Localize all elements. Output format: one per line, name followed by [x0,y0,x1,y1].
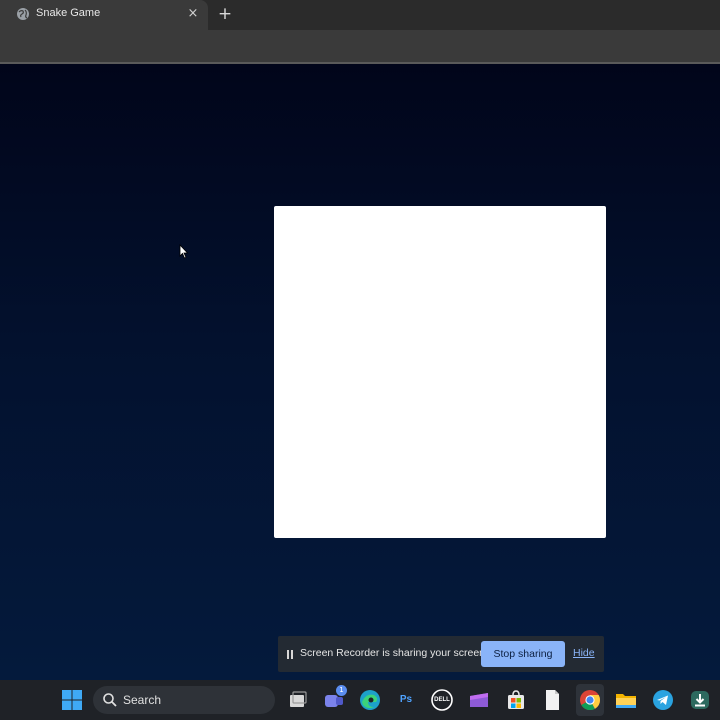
share-message: Screen Recorder is sharing your screen. [300,647,488,659]
tab-snake-game[interactable]: Snake Game × [0,0,208,30]
globe-icon [17,8,29,20]
photoshop-icon[interactable]: Ps [394,688,418,712]
game-board[interactable] [274,206,606,538]
hide-link[interactable]: Hide [573,647,595,659]
taskbar: Search 1 Ps DELL [0,680,720,720]
telegram-icon[interactable] [651,688,675,712]
chrome-icon[interactable] [578,688,602,712]
windows-start-icon[interactable] [60,688,84,712]
new-tab-button[interactable]: + [215,4,235,24]
page-content: Screen Recorder is sharing your screen. … [0,64,720,680]
tab-title: Snake Game [36,7,101,19]
chat-icon[interactable]: 1 [322,685,347,712]
search-icon [103,693,117,707]
tab-strip: Snake Game × + [0,0,720,30]
clipchamp-icon[interactable] [467,688,491,712]
browser-toolbar [0,30,720,62]
dell-icon[interactable]: DELL [430,688,454,712]
chat-badge: 1 [336,685,347,696]
stop-sharing-button[interactable]: Stop sharing [481,641,565,667]
search-label: Search [123,693,162,707]
store-icon[interactable] [504,688,528,712]
photoshop-label: Ps [399,694,413,705]
mouse-cursor-icon [179,244,189,259]
screen-share-bar: Screen Recorder is sharing your screen. … [278,636,604,672]
download-app-icon[interactable] [688,688,712,712]
task-view-icon[interactable] [285,688,309,712]
taskbar-search[interactable]: Search [93,686,275,714]
edge-icon[interactable] [358,688,382,712]
pause-icon [287,650,293,659]
file-icon[interactable] [540,688,564,712]
file-explorer-icon[interactable] [614,688,638,712]
close-icon[interactable]: × [186,6,200,22]
dell-label: DELL [434,697,450,703]
